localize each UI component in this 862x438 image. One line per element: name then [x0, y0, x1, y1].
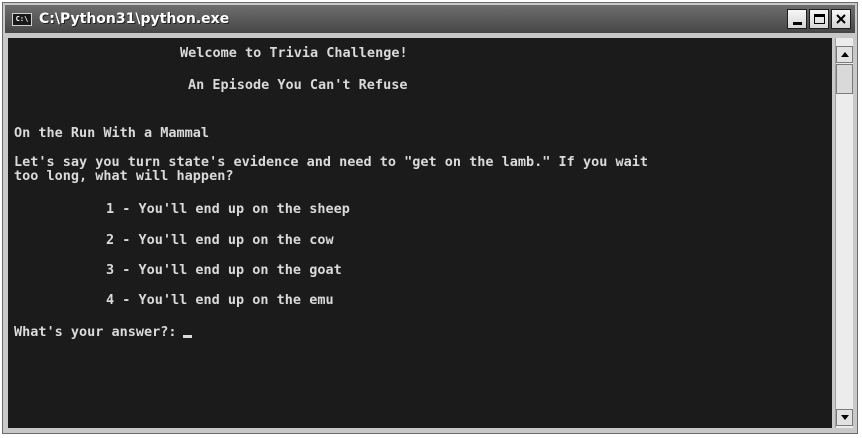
- scroll-down-button[interactable]: [836, 409, 853, 426]
- title-bar[interactable]: C:\ C:\Python31\python.exe: [5, 5, 855, 33]
- episode-title: An Episode You Can't Refuse: [188, 77, 408, 93]
- answer-option-1: 1 - You'll end up on the sheep: [106, 201, 350, 217]
- answer-prompt[interactable]: What's your answer?:: [14, 325, 192, 340]
- scroll-up-button[interactable]: [836, 46, 853, 63]
- text-cursor: [182, 335, 192, 338]
- minimize-button[interactable]: [787, 9, 807, 29]
- maximize-button[interactable]: [809, 9, 829, 29]
- close-icon: [836, 14, 846, 24]
- arrow-down-icon: [840, 415, 849, 420]
- close-button[interactable]: [831, 9, 851, 29]
- category-title: On the Run With a Mammal: [14, 125, 210, 141]
- vertical-scrollbar[interactable]: [835, 38, 853, 428]
- maximize-icon: [813, 14, 825, 24]
- arrow-up-icon: [840, 52, 849, 57]
- console-output[interactable]: Welcome to Trivia Challenge! An Episode …: [8, 38, 832, 428]
- question-line-2: too long, what will happen?: [14, 168, 234, 184]
- answer-option-4: 4 - You'll end up on the emu: [106, 292, 334, 308]
- scroll-thumb[interactable]: [836, 64, 853, 94]
- answer-option-3: 3 - You'll end up on the goat: [106, 262, 342, 278]
- answer-prompt-label: What's your answer?:: [14, 324, 177, 340]
- answer-option-2: 2 - You'll end up on the cow: [106, 232, 334, 248]
- window-title: C:\Python31\python.exe: [39, 11, 230, 27]
- minimize-icon: [792, 22, 802, 25]
- welcome-text: Welcome to Trivia Challenge!: [180, 45, 408, 61]
- console-icon[interactable]: C:\: [12, 13, 32, 26]
